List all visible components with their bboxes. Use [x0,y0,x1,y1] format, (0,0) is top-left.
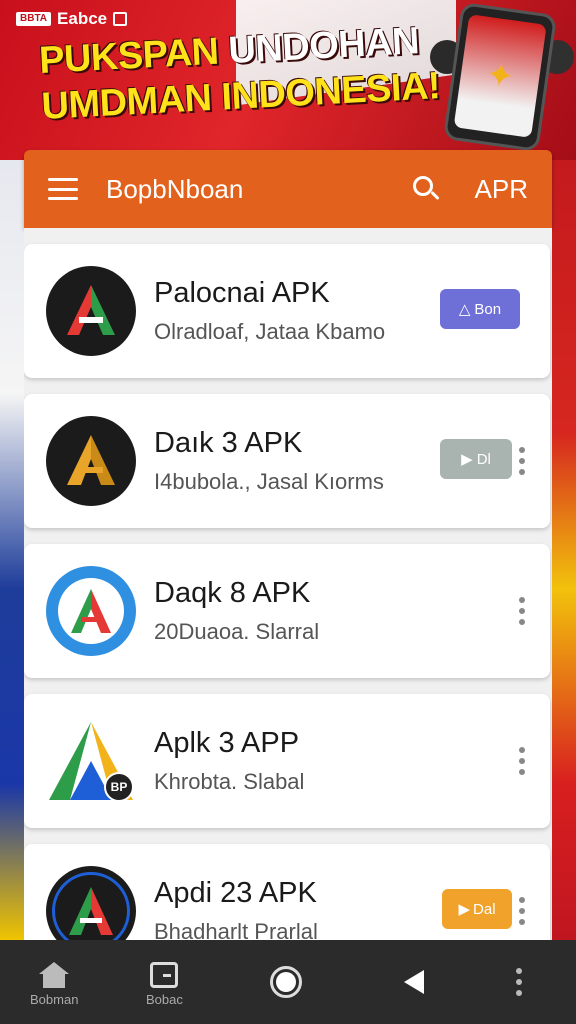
more-options-icon[interactable] [518,597,526,625]
download-button-label: Dal [473,900,496,918]
headline-line1-yellow: PUKSPAN [38,30,230,82]
gold-a-icon [46,416,136,506]
app-title: BopbNboan [106,173,244,204]
install-button[interactable]: △ Bon [440,289,520,329]
bottom-navigation: Bobman Bobac [0,940,576,1024]
nav-home-label: Bobman [30,992,79,1007]
search-icon[interactable] [411,174,441,204]
hero-banner: ✦ BBTA Eabce PUKSPAN UNDOHAN UMDMAN INDO… [0,0,576,160]
app-info: Aplk 3 APP Khrobta. Slabal [154,725,550,797]
tricolor-a-icon: BP [46,716,136,806]
nav-recents[interactable]: Bobac [146,962,183,1007]
status-box-icon [113,12,128,26]
more-options-icon[interactable] [518,447,526,475]
home-circle-icon [270,966,302,998]
app-card[interactable]: Daqk 8 APK 20Duaoa. Slarral [24,544,550,678]
more-options-icon[interactable] [518,747,526,775]
status-bar: BBTA Eabce [16,8,128,30]
app-info: Daqk 8 APK 20Duaoa. Slarral [154,575,550,647]
app-name: Daqk 8 APK [154,577,311,609]
nav-home-circle[interactable] [270,966,302,998]
app-card[interactable]: Palocnai APK Olradloaf, Jataa Kbamo △ Bo… [24,244,550,378]
nav-recents-label: Bobac [146,992,183,1007]
status-chip: BBTA [16,12,52,26]
phone-illustration: ✦ [442,1,558,153]
install-button-label: Bon [474,300,502,318]
app-list: Palocnai APK Olradloaf, Jataa Kbamo △ Bo… [24,228,552,940]
recents-icon [150,962,179,988]
phone-screen: ✦ [453,14,547,138]
garuda-emblem-icon: ✦ [483,55,517,97]
home-icon [39,962,70,988]
more-vertical-icon [516,968,522,996]
app-header: BopbNboan APR [24,150,552,228]
nav-back[interactable] [404,970,424,994]
nav-home[interactable]: Bobman [30,962,78,1007]
header-apr-button[interactable]: APR [475,174,528,205]
status-label: Eabce [57,9,108,28]
app-card[interactable]: BP Aplk 3 APP Khrobta. Slabal [24,694,550,828]
play-icon: ▶ [458,901,471,918]
banner-headline: PUKSPAN UNDOHAN UMDMAN INDONESIA! [38,17,441,130]
nav-more[interactable] [516,968,522,996]
play-button[interactable]: ▶ Dl [440,439,512,479]
download-button[interactable]: ▶ Dal [442,889,512,929]
app-badge: BP [104,772,134,802]
play-icon: ▶ [461,451,473,468]
app-card[interactable]: Daık 3 APK I4bubola., Jasal Kıorms ▶ Dl [24,394,550,528]
red-green-a-icon [46,266,136,356]
blue-ring-a-icon [46,566,136,656]
headline-line1-white: UNDOHAN [227,20,421,73]
app-card[interactable]: Apdi 23 APK Bhadharlt Prarlal ▶ Dal [24,844,550,940]
dark-red-green-a-icon [46,866,136,940]
app-description: Khrobta. Slabal [154,769,305,794]
back-icon [404,970,424,994]
app-name: Aplk 3 APP [154,727,300,759]
app-description: 20Duaoa. Slarral [154,619,320,644]
triangle-icon: △ [458,301,471,318]
more-options-icon[interactable] [518,897,526,925]
play-button-label: Dl [476,450,491,468]
hamburger-menu-icon[interactable] [48,178,78,200]
